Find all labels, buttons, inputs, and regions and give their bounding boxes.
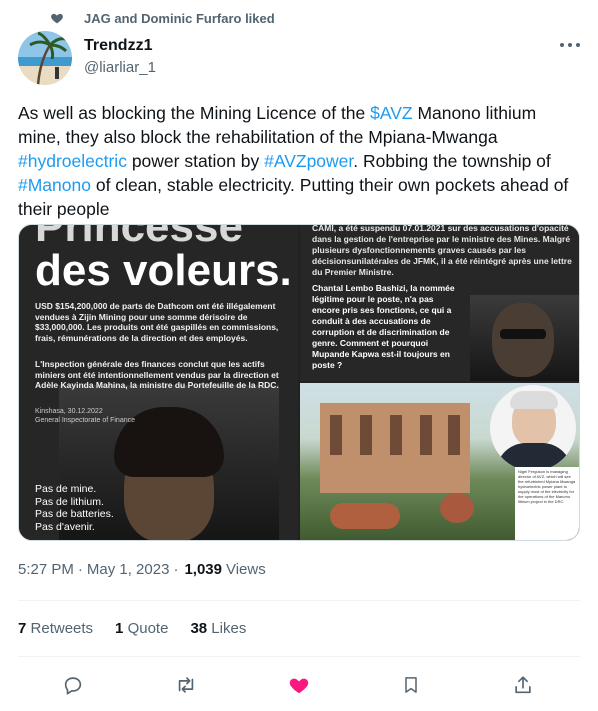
like-button[interactable] (286, 672, 312, 698)
engagement-stats: 7 Retweets 1 Quote 38 Likes (18, 620, 268, 637)
heart-filled-icon (289, 678, 309, 694)
retweets-label: Retweets (30, 620, 94, 637)
poster-headline: des voleurs. (35, 246, 292, 295)
tagline-line: Pas de mine. (35, 483, 97, 495)
likes-count: 38 (190, 620, 208, 637)
handle[interactable]: @liarliar_1 (84, 59, 156, 76)
poster-photo (470, 295, 579, 381)
social-context[interactable]: JAG and Dominic Furfaro liked (51, 9, 275, 27)
media-image-bottom-right[interactable]: Nigel Ferguson is managing director of A… (300, 383, 579, 540)
poster-tagline: Pas de mine. Pas de lithium. Pas de batt… (35, 483, 114, 533)
meta-separator: · (173, 561, 179, 578)
tweet-meta: 5:27 PM · May 1, 2023 · 1,039 Views (18, 561, 266, 578)
tagline-line: Pas de batteries. (35, 508, 114, 520)
tagline-line: Pas d'avenir. (35, 520, 95, 533)
share-button[interactable] (510, 672, 536, 698)
photo-caption: Nigel Ferguson is managing director of A… (515, 467, 579, 540)
reply-icon (64, 677, 82, 695)
poster-dateline: Kinshasa, 30.12.2022 (35, 408, 103, 415)
bookmark-button[interactable] (398, 672, 424, 698)
tagline-line: Pas de lithium. (35, 495, 104, 508)
media-grid[interactable]: Princesse des voleurs. USD $154,200,000 … (18, 224, 580, 541)
ruined-power-station (320, 403, 470, 493)
media-image-left[interactable]: Princesse des voleurs. USD $154,200,000 … (19, 225, 298, 540)
bookmark-icon (405, 677, 417, 693)
reply-button[interactable] (60, 672, 86, 698)
hashtag-link[interactable]: #hydroelectric (18, 151, 127, 171)
poster-paragraph: L'Inspection générale des finances concl… (35, 359, 279, 390)
tweet-text-segment: power station by (126, 151, 265, 171)
more-options-icon[interactable] (560, 38, 580, 52)
views-count[interactable]: 1,039 (184, 561, 222, 578)
poster-paragraph: USD $154,200,000 de parts de Dathcom ont… (35, 301, 279, 343)
action-bar (18, 672, 580, 698)
tweet-text-segment: . Robbing the township of (353, 151, 551, 171)
quotes-label: Quote (127, 620, 169, 637)
retweets-count: 7 (18, 620, 27, 637)
pipe (330, 503, 400, 529)
tweet-date[interactable]: May 1, 2023 (87, 561, 170, 578)
avatar[interactable] (18, 31, 72, 85)
retweets-stat[interactable]: 7 Retweets (18, 620, 93, 637)
quotes-count: 1 (115, 620, 124, 637)
poster-source: General Inspectorate of Finance (35, 417, 136, 424)
social-context-text: JAG and Dominic Furfaro liked (84, 10, 275, 26)
pipe (440, 493, 474, 523)
divider (18, 600, 580, 601)
divider (18, 656, 580, 657)
tweet-text: As well as blocking the Mining Licence o… (18, 101, 583, 221)
retweet-icon (178, 677, 194, 693)
likes-label: Likes (211, 620, 247, 637)
quotes-stat[interactable]: 1 Quote (115, 620, 168, 637)
caption-text: Nigel Ferguson is managing director of A… (518, 469, 576, 504)
tweet-text-segment: of clean, stable electricity. Putting th… (18, 175, 569, 219)
tweet-time[interactable]: 5:27 PM (18, 561, 74, 578)
tweet-text-segment: As well as blocking the Mining Licence o… (18, 103, 371, 123)
meta-separator: · (77, 561, 83, 578)
display-name[interactable]: Trendzz1 (84, 37, 152, 55)
inset-portrait (490, 385, 576, 471)
hashtag-link[interactable]: #AVZpower (264, 151, 353, 171)
poster-paragraph: CAMI, a été suspendu 07.01.2021 sur des … (312, 225, 572, 277)
share-icon (515, 676, 531, 694)
heart-icon (51, 13, 63, 24)
retweet-button[interactable] (173, 672, 199, 698)
hashtag-link[interactable]: #Manono (18, 175, 91, 195)
media-image-top-right[interactable]: CAMI, a été suspendu 07.01.2021 sur des … (300, 225, 579, 381)
views-label: Views (225, 561, 266, 578)
cashtag-link[interactable]: $AVZ (370, 103, 412, 123)
likes-stat[interactable]: 38 Likes (190, 620, 246, 637)
poster-paragraph: Chantal Lembo Bashizi, la nommée légitim… (312, 283, 455, 370)
